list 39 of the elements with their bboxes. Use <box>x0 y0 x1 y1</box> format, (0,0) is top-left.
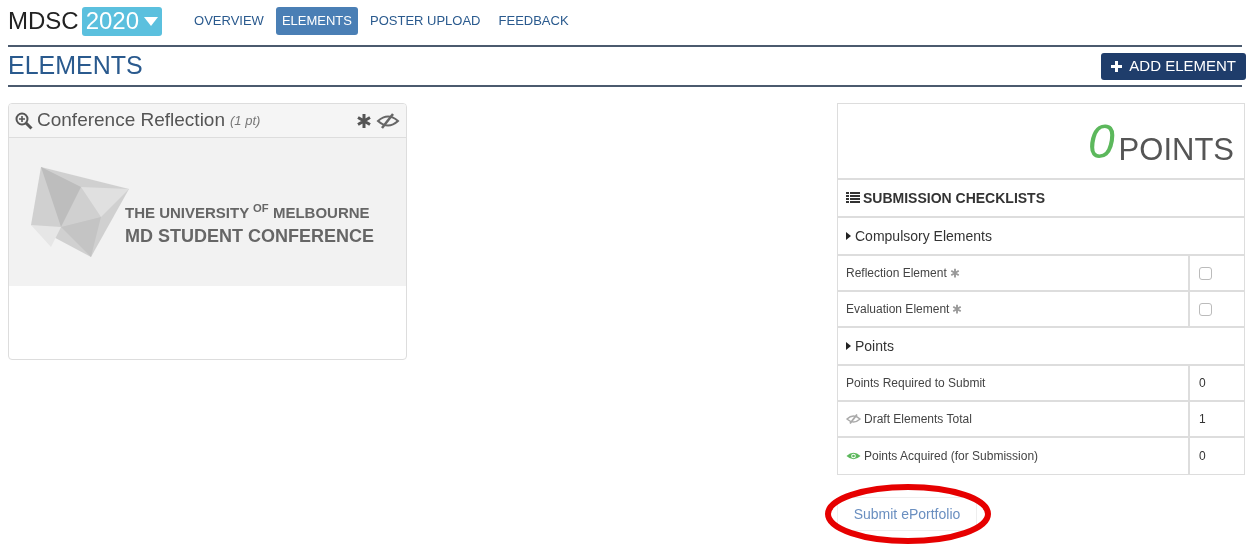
checklist-label: Points Acquired (for Submission) <box>864 448 1039 465</box>
nav-tab[interactable]: OVERVIEW <box>188 7 270 35</box>
value-text: 1 <box>1199 411 1206 428</box>
caret-icon <box>846 342 851 350</box>
nav-tab[interactable]: FEEDBACK <box>492 7 575 35</box>
value-text: 0 <box>1199 448 1206 465</box>
points-label: (1 pt) <box>230 111 261 130</box>
value-text: 0 <box>1199 375 1206 392</box>
asterisk-icon <box>356 112 372 129</box>
caret-icon <box>144 16 159 26</box>
add-element-button[interactable]: ADD ELEMENT <box>1101 52 1246 80</box>
section-title[interactable]: Compulsory Elements <box>855 225 992 247</box>
list-icon <box>846 192 860 204</box>
checklist-label: Points Required to Submit <box>846 375 986 392</box>
page-title: ELEMENTS <box>8 50 143 82</box>
zoom-in-icon[interactable] <box>15 111 33 130</box>
caret-icon <box>846 232 851 240</box>
asterisk-icon <box>949 268 960 278</box>
eye-icon <box>846 451 861 461</box>
checklist-title: SUBMISSION CHECKLISTS <box>863 188 1045 208</box>
banner-text: MD STUDENT CONFERENCE <box>125 225 374 248</box>
checklist-label: Reflection Element <box>846 265 947 282</box>
banner-text: THE UNIVERSITY $^{OF}$ MELBOURNE <box>125 202 371 223</box>
checklist-label: Draft Elements Total <box>864 411 972 428</box>
checkbox[interactable] <box>1199 302 1212 316</box>
element-card[interactable]: Conference Reflection (1 pt) THE UNIVERSITY $^{OF}$ MELBOURNE MD STUDENT CONFERENCE <box>8 103 407 360</box>
asterisk-icon <box>952 304 963 314</box>
points-label: POINTS <box>1118 134 1234 166</box>
points-value: 0 <box>1087 118 1115 166</box>
eye-slash-icon <box>376 111 400 130</box>
plus-icon <box>1111 60 1123 72</box>
eye-slash-icon <box>846 414 861 424</box>
section-title[interactable]: Points <box>855 335 894 357</box>
checklist-label: Evaluation Element <box>846 301 950 318</box>
checkbox[interactable] <box>1199 266 1212 280</box>
nav-tab[interactable]: ELEMENTS <box>275 7 358 35</box>
card-title: Conference Reflection <box>37 108 225 133</box>
site-logo: MDSC <box>8 6 79 36</box>
nav-tab[interactable]: POSTER UPLOAD <box>364 7 487 35</box>
